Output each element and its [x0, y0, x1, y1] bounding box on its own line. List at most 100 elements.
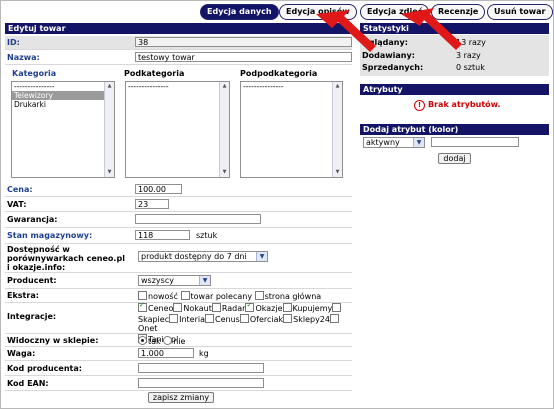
save-button[interactable]: zapisz zmiany — [148, 392, 214, 403]
warranty-field[interactable] — [135, 214, 261, 224]
attribute-status-value: aktywny — [366, 138, 400, 147]
scroll-down-icon[interactable]: ▼ — [105, 168, 114, 177]
subsubcategory-listbox[interactable]: --------------- ▲ ▼ — [240, 81, 343, 178]
extra-nowosc-checkbox[interactable] — [138, 291, 147, 300]
scroll-up-icon[interactable]: ▲ — [333, 82, 342, 91]
category-listbox[interactable]: --------------- Telewizory Drukarki ▲ ▼ — [11, 81, 115, 178]
producer-code-label: Kod producenta: — [7, 364, 82, 373]
id-label: ID: — [7, 38, 20, 47]
visible-row: Widoczny w sklepie: tak nie — [5, 334, 352, 347]
stock-unit: sztuk — [196, 231, 218, 240]
price-row: Cena: 100.00 — [5, 182, 352, 197]
integration-nokaut-checkbox[interactable] — [173, 303, 183, 312]
extra-label: towar polecany — [190, 292, 253, 301]
producer-value: wszyscy — [141, 276, 174, 285]
ean-field[interactable] — [138, 378, 264, 388]
integration-kupujemy-checkbox[interactable] — [282, 303, 292, 312]
list-item[interactable]: --------------- — [12, 82, 114, 91]
tab-edycja-zdjec[interactable]: Edycja zdjęć — [360, 4, 430, 20]
attributes-panel-header: Atrybuty — [360, 84, 549, 95]
stat-value: 13 razy — [456, 38, 486, 47]
integration-okazje-checkbox[interactable] — [245, 301, 255, 312]
producer-code-field[interactable] — [138, 363, 264, 373]
scroll-up-icon[interactable]: ▲ — [220, 82, 229, 91]
integration-cenus-checkbox[interactable] — [205, 313, 214, 323]
stats-panel-header: Statystyki — [360, 23, 549, 34]
integration-label: Radar — [221, 304, 246, 313]
extras-row: Ekstra: nowość towar polecany strona głó… — [5, 289, 352, 303]
name-row: Nazwa: testowy towar — [5, 50, 352, 65]
scroll-down-icon[interactable]: ▼ — [333, 168, 342, 177]
stat-label: Sprzedanych: — [362, 63, 424, 72]
chevron-down-icon: ▼ — [199, 276, 210, 285]
list-item[interactable]: --------------- — [126, 82, 229, 91]
integration-label: Ceneo — [148, 304, 174, 313]
no-attributes-message: ! Brak atrybutów. — [414, 100, 501, 111]
vat-field[interactable]: 23 — [135, 199, 169, 209]
ean-label: Kod EAN: — [7, 379, 49, 388]
integration-onet-checkbox[interactable] — [330, 313, 339, 323]
producer-select[interactable]: wszyscy ▼ — [138, 275, 211, 286]
integration-oferciak-checkbox[interactable] — [239, 313, 249, 323]
integration-label: Onet — [138, 324, 158, 333]
integration-interia-checkbox[interactable] — [169, 313, 179, 323]
scrollbar[interactable]: ▲ ▼ — [104, 82, 114, 177]
list-item[interactable]: --------------- — [241, 82, 342, 91]
id-row: ID: 38 — [5, 36, 352, 50]
price-field[interactable]: 100.00 — [135, 184, 182, 194]
visible-no-label: nie — [173, 337, 186, 346]
add-attribute-button[interactable]: dodaj — [438, 153, 471, 164]
tab-recenzje[interactable]: Recenzje — [431, 4, 486, 20]
weight-field[interactable]: 1.000 — [138, 348, 194, 358]
availability-label: Dostępność w porównywarkach ceneo.pl i o… — [7, 245, 125, 272]
availability-value: produkt dostępny do 7 dni — [141, 252, 247, 261]
tab-edycja-danych[interactable]: Edycja danych — [200, 4, 279, 20]
integration-sklepy24-checkbox[interactable] — [283, 313, 293, 323]
integration-label: Interia — [179, 314, 205, 324]
list-item[interactable]: Telewizory — [12, 91, 114, 100]
subcategory-listbox[interactable]: --------------- ▲ ▼ — [125, 81, 230, 178]
chevron-down-icon: ▼ — [256, 252, 267, 261]
extra-glowna-checkbox[interactable] — [254, 291, 264, 300]
attribute-value-field[interactable] — [431, 137, 519, 147]
extra-label: strona główna — [264, 292, 322, 301]
stock-field[interactable]: 118 — [135, 230, 190, 240]
integration-radar-checkbox[interactable] — [211, 303, 221, 312]
scrollbar[interactable]: ▲ ▼ — [332, 82, 342, 177]
edit-panel-header: Edytuj towar — [5, 23, 352, 34]
integration-label: Okazje — [255, 304, 283, 313]
extras-group: nowość towar polecany strona główna — [138, 291, 321, 301]
integration-label: Nokaut — [183, 304, 212, 313]
visible-no-radio[interactable] — [163, 336, 173, 345]
integration-skapiec-checkbox[interactable] — [332, 303, 342, 312]
stat-value: 3 razy — [456, 51, 481, 60]
visible-yes-label: tak — [148, 337, 161, 346]
vat-label: VAT: — [7, 200, 27, 209]
stat-value: 0 sztuk — [456, 63, 485, 72]
integration-label: Sklepy24 — [293, 314, 330, 324]
extra-polecany-checkbox[interactable] — [180, 291, 190, 300]
scrollbar[interactable]: ▲ ▼ — [219, 82, 229, 177]
integration-label: Kupujemy — [292, 304, 333, 313]
integration-ceneo-checkbox[interactable] — [138, 301, 147, 312]
scroll-up-icon[interactable]: ▲ — [105, 82, 114, 91]
attribute-status-select[interactable]: aktywny ▼ — [363, 137, 425, 148]
tab-edycja-opisow[interactable]: Edycja opisów — [279, 4, 357, 20]
stat-label: Dodawiany: — [362, 51, 415, 60]
scroll-down-icon[interactable]: ▼ — [220, 168, 229, 177]
list-item[interactable]: Drukarki — [12, 100, 114, 109]
visible-yes-radio[interactable] — [138, 336, 147, 345]
price-label: Cena: — [7, 185, 33, 194]
stat-label: Oglądany: — [362, 38, 408, 47]
add-attribute-panel-header: Dodaj atrybut (kolor) — [360, 124, 549, 135]
tab-usun-towar[interactable]: Usuń towar — [487, 4, 553, 20]
name-field[interactable]: testowy towar — [135, 52, 352, 62]
integration-label: Oferciak — [249, 314, 284, 324]
integration-label: Cenus — [215, 314, 240, 324]
subsubcategory-header: Podpodkategoria — [240, 69, 318, 78]
ean-row: Kod EAN: — [5, 376, 352, 391]
availability-select[interactable]: produkt dostępny do 7 dni ▼ — [138, 251, 268, 262]
error-icon: ! — [414, 100, 425, 111]
subcategory-header: Podkategoria — [124, 69, 185, 78]
category-header: Kategoria — [12, 69, 57, 78]
